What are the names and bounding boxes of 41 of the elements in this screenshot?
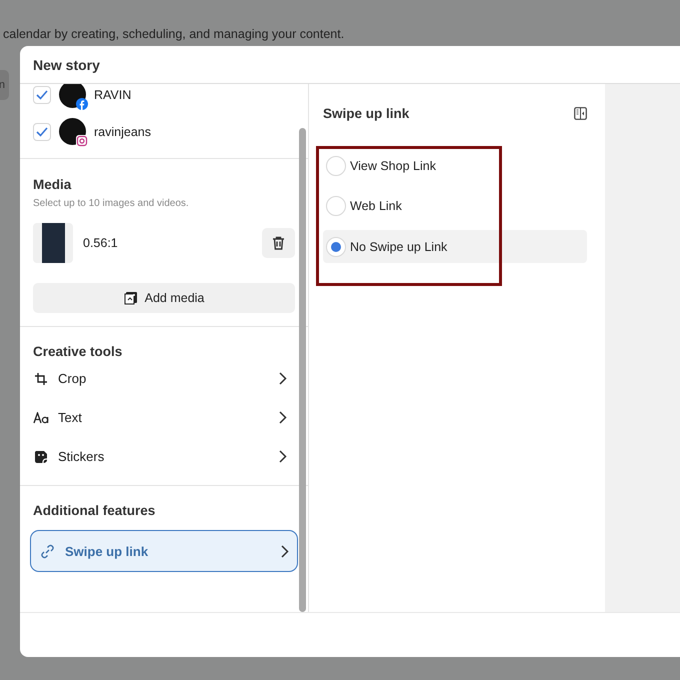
section-title: Creative tools	[33, 344, 124, 359]
facebook-badge-icon	[76, 98, 88, 110]
account-name: ravinjeans	[94, 124, 151, 138]
radio-button[interactable]	[326, 156, 346, 176]
delete-button[interactable]	[262, 228, 295, 258]
add-media-button[interactable]: Add media	[33, 283, 295, 313]
panel-toggle-icon[interactable]	[574, 106, 587, 120]
chevron-icon	[279, 411, 287, 424]
section-title: Media	[33, 177, 72, 192]
check-icon	[36, 126, 48, 136]
chevron-icon	[279, 372, 287, 385]
scrollbar[interactable]	[299, 128, 306, 612]
radio-button[interactable]	[326, 196, 346, 216]
radio-button[interactable]	[326, 236, 346, 256]
panel-title: Swipe up link	[323, 106, 410, 120]
image-icon	[124, 291, 138, 305]
sticker-icon	[33, 450, 49, 464]
radio-option[interactable]: View Shop Link	[323, 146, 587, 186]
crop-icon	[33, 372, 49, 386]
account-name: RAVIN	[94, 88, 132, 102]
tool-item[interactable]: Text	[33, 398, 295, 437]
chevron-icon	[281, 544, 289, 558]
trash-icon	[272, 236, 285, 250]
text-icon	[33, 412, 49, 424]
radio-option[interactable]: Web Link	[323, 186, 587, 226]
tool-item[interactable]: Crop	[33, 359, 295, 398]
aspect-ratio: 0.56:1	[83, 236, 119, 250]
link-icon	[40, 544, 55, 558]
section-subtitle: Select up to 10 images and videos.	[33, 198, 190, 209]
chevron-icon	[279, 450, 287, 463]
checkbox[interactable]	[33, 122, 51, 140]
dialog-title: New story	[33, 56, 100, 72]
photo-placeholder	[42, 223, 64, 263]
instagram-badge-icon	[76, 135, 88, 147]
checkbox[interactable]	[33, 86, 51, 104]
swipe-up-link-item[interactable]: Swipe up link	[30, 530, 298, 572]
background-headline: calendar by creating, scheduling, and managing your content.	[2, 26, 346, 43]
section-title: Additional features	[33, 503, 156, 518]
check-icon	[36, 90, 48, 100]
tool-item[interactable]: Stickers	[33, 437, 295, 476]
radio-option[interactable]: No Swipe up Link	[323, 230, 587, 263]
